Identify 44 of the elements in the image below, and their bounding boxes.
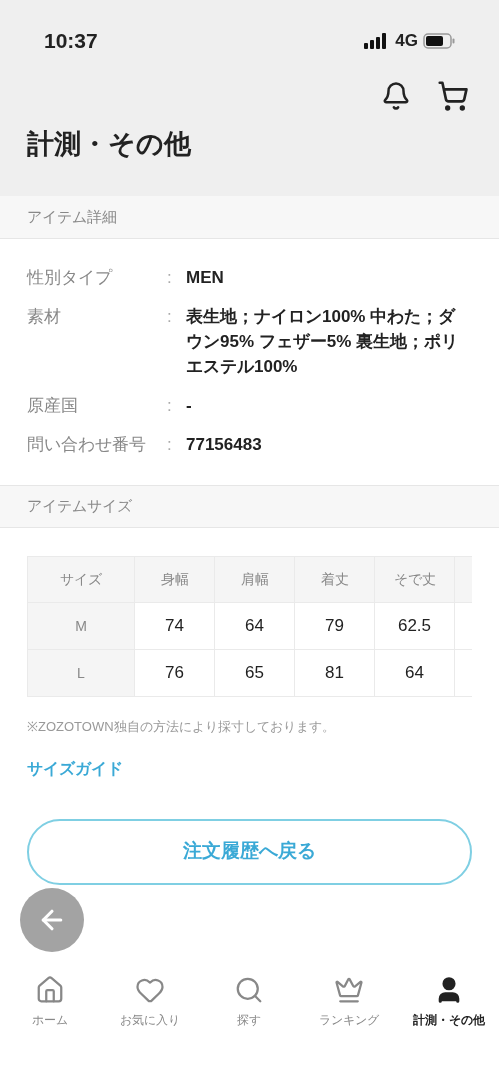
crown-icon (334, 975, 365, 1005)
table-header-cell: そで丈 (374, 556, 455, 603)
detail-label: 性別タイプ (27, 267, 114, 289)
table-cell: L (27, 649, 135, 697)
detail-separator: : (167, 395, 173, 417)
detail-value: - (186, 395, 193, 417)
tab-bar-item[interactable]: ランキング (299, 975, 400, 1029)
section-header: アイテム詳細 (0, 196, 499, 239)
network-label: 4G (395, 30, 418, 53)
table-cell: 65 (214, 649, 295, 697)
table-cell: 62.5 (374, 602, 455, 650)
detail-value: 表生地；ナイロン100% 中わた；ダウン95% フェザー5% 裏生地；ポリエステル100% (186, 306, 460, 378)
tab-bar-item[interactable]: ホーム (0, 975, 100, 1029)
detail-separator: : (167, 267, 173, 289)
table-header-cell: 身幅 (134, 556, 215, 603)
notification-button[interactable] (381, 80, 411, 112)
detail-separator: : (167, 434, 173, 456)
page-title: 計測・その他 (26, 128, 192, 161)
table-header-cell: 着丈 (294, 556, 375, 603)
detail-separator: : (167, 306, 173, 328)
cart-button[interactable] (437, 80, 469, 112)
table-cell: 64 (214, 602, 295, 650)
detail-label: 問い合わせ番号 (27, 434, 147, 456)
table-cell: M (27, 602, 135, 650)
detail-label: 素材 (27, 306, 62, 328)
detail-value: 77156483 (186, 434, 263, 456)
table-cell: 74 (134, 602, 215, 650)
tab-bar-item[interactable]: 探す (199, 975, 300, 1029)
status-time: 10:37 (44, 28, 98, 55)
table-cell: 79 (294, 602, 375, 650)
table-header-cell: サイズ (27, 556, 135, 603)
measurement-note: ※ZOZOTOWN独自の方法により採寸しております。 (26, 718, 336, 736)
table-cell: 76 (134, 649, 215, 697)
size-guide-link[interactable]: サイズガイド (27, 756, 123, 781)
table-cell: 81 (294, 649, 375, 697)
tab-bar-item[interactable]: 計測・その他 (399, 975, 499, 1029)
table-header-cell: 肩幅 (214, 556, 295, 603)
detail-label: 原産国 (27, 395, 79, 417)
table-cell: 64 (374, 649, 455, 697)
tab-bar-item[interactable]: お気に入り (99, 975, 200, 1029)
battery-icon (423, 33, 455, 49)
section-header: アイテムサイズ (0, 485, 499, 528)
detail-value: MEN (186, 267, 225, 289)
return-to-order-history-button[interactable]: 注文履歴へ戻る (27, 818, 472, 885)
